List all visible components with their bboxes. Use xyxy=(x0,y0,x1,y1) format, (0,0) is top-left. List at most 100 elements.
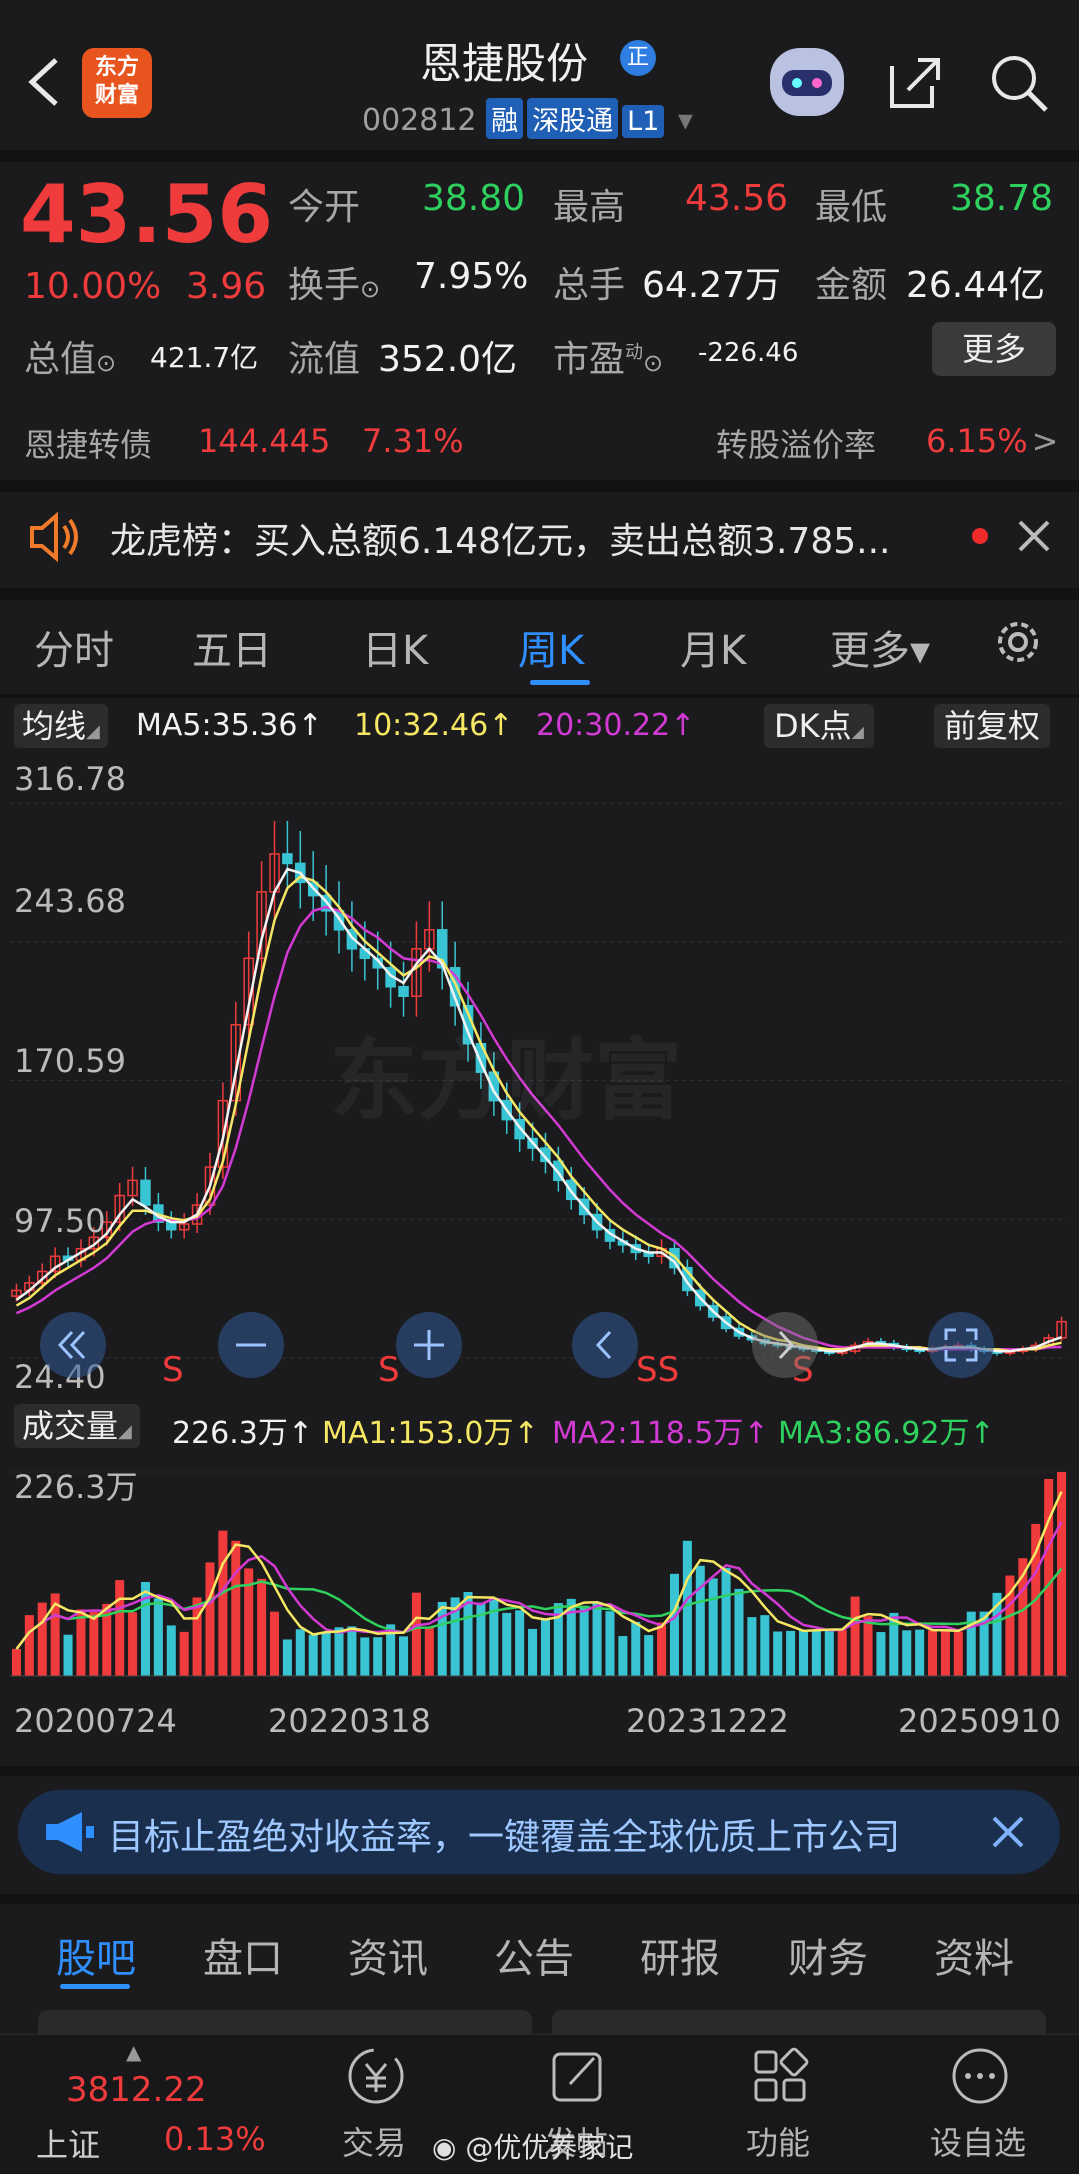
volume-bar xyxy=(798,1630,809,1676)
logo-text-1: 东方 xyxy=(94,55,139,80)
vol-ma1-line xyxy=(15,1491,1063,1650)
kline-watermark: 东方财富 xyxy=(330,1029,683,1132)
bond-name[interactable]: 恩捷转债 xyxy=(24,420,152,466)
nav-trade[interactable]: 交易 xyxy=(314,2044,434,2170)
volume-bar xyxy=(424,1627,434,1676)
tab-pankou[interactable]: 盘口 xyxy=(203,1926,283,1984)
volume-bar xyxy=(850,1596,860,1676)
volume-bar xyxy=(915,1629,925,1676)
speaker-icon xyxy=(26,511,82,563)
candle-body xyxy=(398,986,409,998)
tab-profile[interactable]: 资料 xyxy=(934,1926,1014,1984)
notice-dot xyxy=(972,528,988,544)
volume-bar xyxy=(24,1615,34,1676)
volume-bar xyxy=(153,1598,163,1676)
caret-icon: ◢ xyxy=(851,722,864,741)
scroll-right-button[interactable] xyxy=(752,1312,818,1378)
turnover-label[interactable]: 换手⊙ xyxy=(288,256,380,308)
tag-margin: 融 xyxy=(486,98,524,139)
volume-bar xyxy=(695,1565,705,1676)
tab-more[interactable]: 更多▾ xyxy=(830,618,930,676)
search-button[interactable] xyxy=(986,50,1052,116)
amount-label: 金额 xyxy=(815,265,888,306)
indicator-selector[interactable]: 成交量◢ xyxy=(14,1404,140,1448)
back-button[interactable] xyxy=(18,52,68,112)
ad-text: 目标止盈绝对收益率，一键覆盖全球优质上市公司 xyxy=(108,1817,901,1858)
zoom-out-button[interactable] xyxy=(218,1312,284,1378)
fullscreen-button[interactable] xyxy=(928,1312,994,1378)
more-circle-icon xyxy=(952,2048,1008,2104)
volume-bar xyxy=(360,1637,370,1676)
scroll-fast-left-button[interactable] xyxy=(40,1312,106,1378)
divider xyxy=(0,694,1079,698)
notice-text[interactable]: 龙虎榜：买入总额6.148亿元，卖出总额3.785... xyxy=(110,512,930,564)
app-root: { "header":{"app_logo_text_1":"东方","app_… xyxy=(0,0,1079,2174)
notice-close-button[interactable] xyxy=(1014,516,1054,556)
candle-body xyxy=(282,853,293,865)
tab-announcements[interactable]: 公告 xyxy=(494,1926,574,1984)
low-value: 38.78 xyxy=(950,178,1054,219)
adjust-button[interactable]: 前复权 xyxy=(934,704,1051,748)
caret-icon: ◢ xyxy=(118,1421,132,1442)
sell-signal: S xyxy=(162,1350,184,1390)
high-label: 最高 xyxy=(553,187,626,228)
index-widget[interactable]: ▲ 3812.22 上证 0.13% xyxy=(30,2040,270,2170)
premium-value[interactable]: 6.15% > xyxy=(926,422,1058,460)
volume-bar xyxy=(334,1627,344,1676)
volume-bar xyxy=(321,1632,331,1676)
pe-sup: 动 xyxy=(625,342,644,363)
volume-bar xyxy=(502,1612,512,1676)
nav-functions[interactable]: 功能 xyxy=(718,2044,838,2170)
scroll-left-button[interactable] xyxy=(572,1312,638,1378)
premium-value-text: 6.15% xyxy=(926,422,1028,460)
tab-intraday[interactable]: 分时 xyxy=(34,618,114,676)
high-value: 43.56 xyxy=(685,178,789,219)
ma5-value: MA5:35.36↑ xyxy=(136,708,323,743)
tab-research[interactable]: 研报 xyxy=(640,1926,720,1984)
turnover-label-text: 换手 xyxy=(288,265,361,306)
volume-bar xyxy=(863,1616,873,1676)
volume-bar xyxy=(773,1631,783,1676)
more-button[interactable]: 更多 xyxy=(932,322,1056,376)
tab-five-day[interactable]: 五日 xyxy=(192,618,272,676)
share-button[interactable] xyxy=(882,50,946,114)
info-icon: ⊙ xyxy=(96,349,117,377)
volume-bar xyxy=(940,1630,950,1676)
robot-assistant-icon[interactable] xyxy=(770,48,844,116)
volume-bar xyxy=(166,1625,176,1676)
tab-news[interactable]: 资讯 xyxy=(348,1926,428,1984)
stock-code-row[interactable]: 002812 融深股通 L1 ▾ xyxy=(362,98,693,139)
ma-selector[interactable]: 均线◢ xyxy=(14,704,108,748)
zoom-in-button[interactable] xyxy=(396,1312,462,1378)
divider xyxy=(0,1766,1079,1776)
volume-bar xyxy=(760,1615,770,1676)
ad-close-button[interactable] xyxy=(986,1810,1030,1854)
caret-up-icon: ▲ xyxy=(126,2040,142,2064)
tab-daily-k[interactable]: 日K xyxy=(362,618,428,676)
nav-watchlist[interactable]: 设自选 xyxy=(918,2044,1038,2170)
candle-body xyxy=(140,1179,151,1206)
volume-bar xyxy=(618,1636,628,1676)
weibo-handle: @优优养家记 xyxy=(465,2131,634,2164)
ad-banner[interactable]: 目标止盈绝对收益率，一键覆盖全球优质上市公司 xyxy=(18,1790,1060,1874)
volume-bar xyxy=(657,1622,667,1676)
vol-ma1: MA1:153.0万↑ xyxy=(322,1416,539,1451)
last-price: 43.56 xyxy=(20,168,274,261)
chart-settings-button[interactable] xyxy=(988,612,1048,672)
tab-guba[interactable]: 股吧 xyxy=(56,1926,136,1984)
mcap-label[interactable]: 总值⊙ xyxy=(24,330,116,382)
volume-bar xyxy=(579,1605,589,1676)
dk-point-button[interactable]: DK点◢ xyxy=(764,704,874,748)
open-label: 今开 xyxy=(288,187,361,228)
volume-max-label: 226.3万 xyxy=(14,1468,138,1506)
volume-chart[interactable] xyxy=(10,1456,1068,1682)
volume-bar xyxy=(876,1632,886,1676)
tab-monthly-k[interactable]: 月K xyxy=(680,618,746,676)
tab-weekly-k[interactable]: 周K xyxy=(518,618,584,676)
bond-pct: 7.31% xyxy=(362,422,464,460)
tab-financials[interactable]: 财务 xyxy=(788,1926,868,1984)
stock-code: 002812 xyxy=(362,103,477,138)
pe-label[interactable]: 市盈动⊙ xyxy=(553,330,663,382)
volume-bar xyxy=(437,1601,447,1676)
volume-bar xyxy=(824,1628,834,1676)
